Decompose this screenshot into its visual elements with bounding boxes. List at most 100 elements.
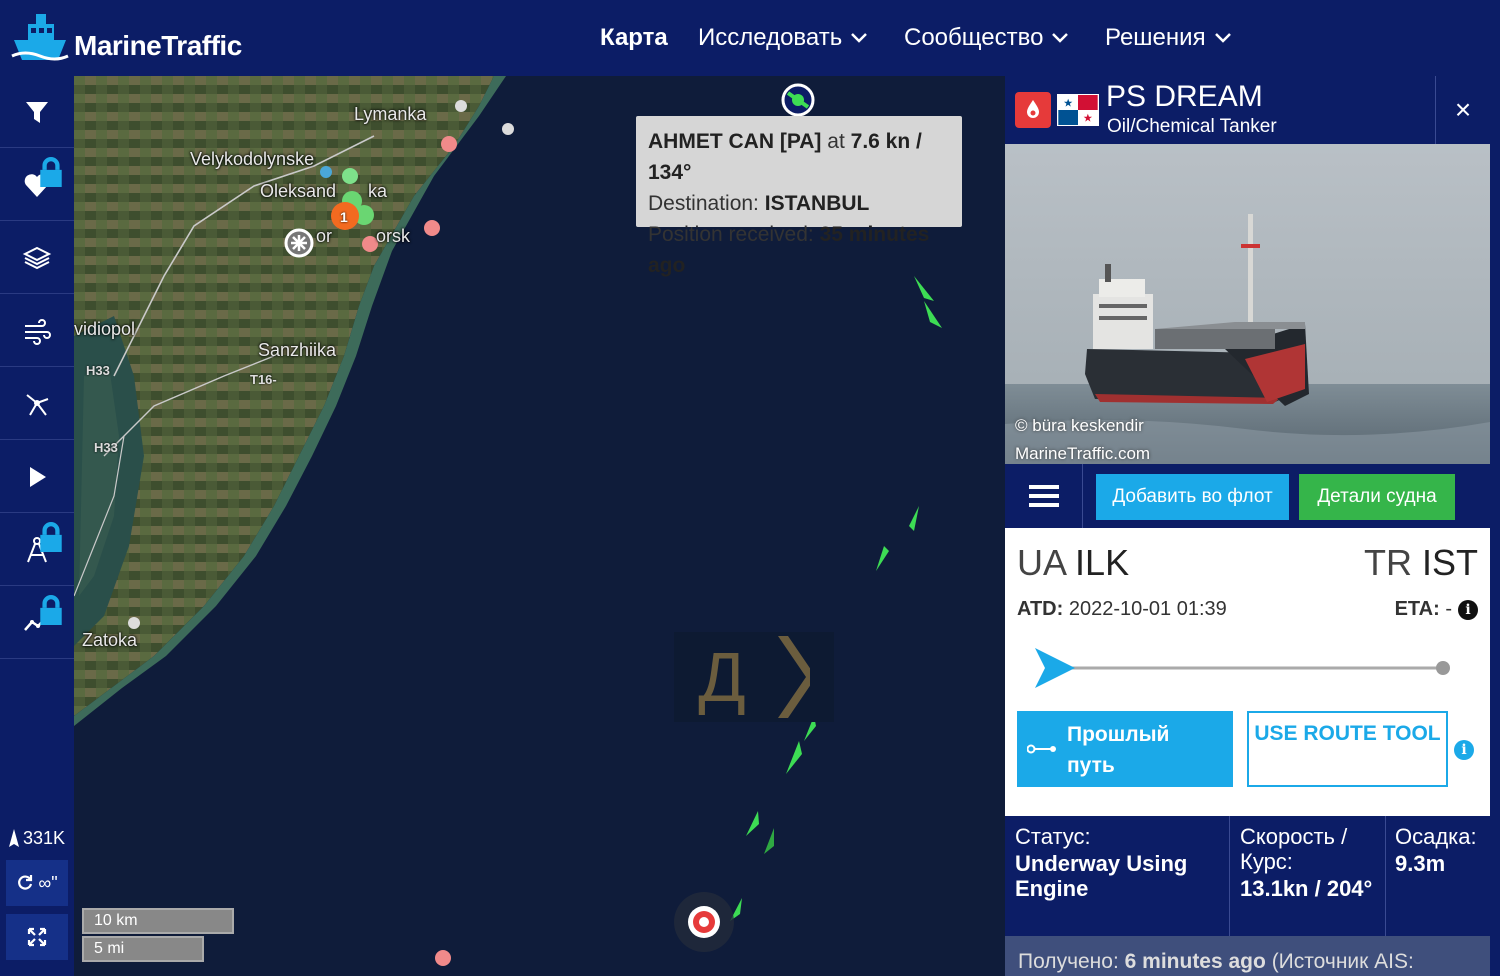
use-route-tool-button[interactable]: USE ROUTE TOOL (1247, 711, 1448, 787)
road-label-h33: H33 (86, 363, 110, 378)
tooltip-at: at (827, 130, 845, 153)
info-icon[interactable]: i (1458, 599, 1478, 620)
arrival-code: IST (1421, 542, 1478, 583)
eta-label: ETA: (1394, 598, 1440, 620)
place-chornomorsk-part1: or (316, 226, 333, 246)
photo-credit-site: MarineTraffic.com (1015, 444, 1151, 463)
info-icon[interactable]: i (1454, 740, 1474, 760)
eta-line: ETA: - i (1395, 598, 1478, 621)
received-source: (Источник AIS: (1271, 950, 1414, 973)
arrival-country: TR (1363, 542, 1412, 583)
fullscreen-button[interactable] (6, 914, 68, 960)
panel-scrollbar[interactable] (1490, 76, 1500, 976)
road-label-t16: T16- (250, 372, 277, 387)
atd-line: ATD: 2022-10-01 01:39 (1017, 598, 1227, 621)
analytics-button[interactable] (0, 587, 74, 659)
wind-icon (25, 318, 51, 345)
scale-mi: 5 mi (82, 936, 204, 962)
hamburger-menu-icon (1028, 485, 1059, 507)
place-zatoka: Zatoka (82, 630, 138, 650)
past-track-button[interactable]: Прошлый путь (1017, 711, 1233, 787)
tooltip-vessel-name: AHMET CAN [PA] (648, 130, 822, 153)
map-tools-sidebar: 331K ∞" (0, 76, 74, 976)
nav-solutions-label: Решения (1105, 24, 1206, 51)
play-icon (30, 466, 46, 487)
nav-map[interactable]: Карта (600, 24, 668, 52)
divider (1385, 816, 1386, 936)
departure-code: ILK (1075, 542, 1130, 583)
position-received-line: Получено: 6 minutes ago (Источник AIS: (1005, 936, 1490, 976)
fullscreen-icon (27, 927, 47, 947)
place-oleksandrivka-part2: ka (368, 181, 388, 201)
playback-button[interactable] (0, 441, 74, 513)
place-lymanka: Lymanka (354, 104, 427, 124)
vessel-tooltip: AHMET CAN [PA] at 7.6 kn / 134° Destinat… (636, 116, 962, 277)
filter-icon (26, 101, 48, 123)
weather-button[interactable] (0, 295, 74, 367)
vessel-details-button[interactable]: Детали судна (1299, 474, 1455, 520)
map-scale: 10 km 5 mi (82, 908, 234, 962)
add-to-fleet-button[interactable]: Добавить во флот (1096, 474, 1289, 520)
map-view[interactable]: Lymanka Velykodolynske Oleksand ka or or… (74, 76, 1005, 976)
scale-km: 10 km (82, 908, 234, 934)
tooltip-vessel-line: AHMET CAN [PA] at 7.6 kn / 134° (648, 126, 950, 188)
lock-icon (40, 522, 62, 552)
departure-port: UA ILK (1017, 542, 1129, 584)
refresh-icon (18, 875, 33, 890)
routes-button[interactable] (0, 368, 74, 440)
chevron-down-icon (851, 33, 868, 43)
marinetraffic-logo-icon[interactable] (10, 10, 70, 66)
brand-name[interactable]: MarineTraffic (74, 30, 242, 62)
vessel-photo[interactable]: © büra keskendir MarineTraffic.com (1005, 144, 1490, 464)
vessel-panel-header: PS DREAM Oil/Chemical Tanker × (1005, 76, 1490, 144)
place-velykodolynske: Velykodolynske (190, 149, 315, 169)
status-value: Underway Using Engine (1015, 851, 1188, 901)
nav-community[interactable]: Сообщество (904, 24, 1069, 52)
track-loop-button[interactable]: ∞" (6, 860, 68, 906)
received-label: Получено: (1018, 950, 1119, 973)
speed-course-label: Скорость / Курс: (1240, 824, 1348, 874)
voyage-card: UA ILK TR IST ATD: 2022-10-01 01:39 ETA:… (1005, 528, 1490, 816)
place-chornomorsk-part2: orsk (376, 226, 411, 246)
my-fleets-button[interactable] (0, 149, 74, 221)
draught-value: 9.3m (1395, 851, 1446, 876)
speed-course-stat: Скорость / Курс: 13.1kn / 204° (1240, 824, 1380, 901)
road-label-h33: H33 (94, 440, 118, 455)
vessel-progress-arrow-icon (1035, 648, 1075, 688)
vessel-menu-button[interactable] (1005, 464, 1083, 528)
received-value: 6 minutes ago (1124, 950, 1266, 973)
chevron-down-icon (1214, 33, 1231, 43)
loop-label: ∞" (38, 872, 58, 893)
place-oleksandrivka-part1: Oleksand (260, 181, 337, 201)
measure-button[interactable] (0, 514, 74, 586)
cluster-count: 1 (340, 209, 348, 225)
vessel-info-panel: PS DREAM Oil/Chemical Tanker × © büra ke… (1005, 76, 1490, 976)
nav-map-label: Карта (600, 24, 668, 51)
tooltip-position-line: Position received: 35 minutes ago (648, 219, 950, 281)
tanker-type-icon (1015, 92, 1051, 128)
nav-solutions[interactable]: Решения (1105, 24, 1232, 52)
close-icon: × (1454, 94, 1472, 125)
nav-explore[interactable]: Исследовать (698, 24, 868, 52)
layers-button[interactable] (0, 222, 74, 294)
lock-icon (40, 157, 62, 187)
chevron-right-icon (777, 636, 810, 718)
departure-country: UA (1017, 542, 1066, 583)
vessel-action-bar: Добавить во флот Детали судна (1005, 464, 1490, 528)
close-panel-button[interactable]: × (1435, 76, 1490, 144)
track-icon (1027, 744, 1056, 754)
tooltip-position-label: Position received: (648, 223, 814, 246)
eta-value: - (1445, 598, 1452, 620)
panama-flag-icon (1057, 94, 1099, 126)
photo-credit-author: © büra keskendir (1015, 416, 1144, 435)
promo-overlay[interactable]: Д (674, 632, 834, 722)
past-track-label: Прошлый путь (1067, 723, 1170, 777)
layers-icon (22, 246, 52, 269)
nav-community-label: Сообщество (904, 24, 1044, 51)
vessel-type: Oil/Chemical Tanker (1107, 116, 1277, 137)
filter-button[interactable] (0, 76, 74, 148)
vessel-stats: Статус: Underway Using Engine Скорость /… (1005, 816, 1490, 936)
tooltip-destination-line: Destination: ISTANBUL (648, 188, 950, 219)
divider (1229, 816, 1230, 936)
status-stat: Статус: Underway Using Engine (1015, 824, 1225, 901)
